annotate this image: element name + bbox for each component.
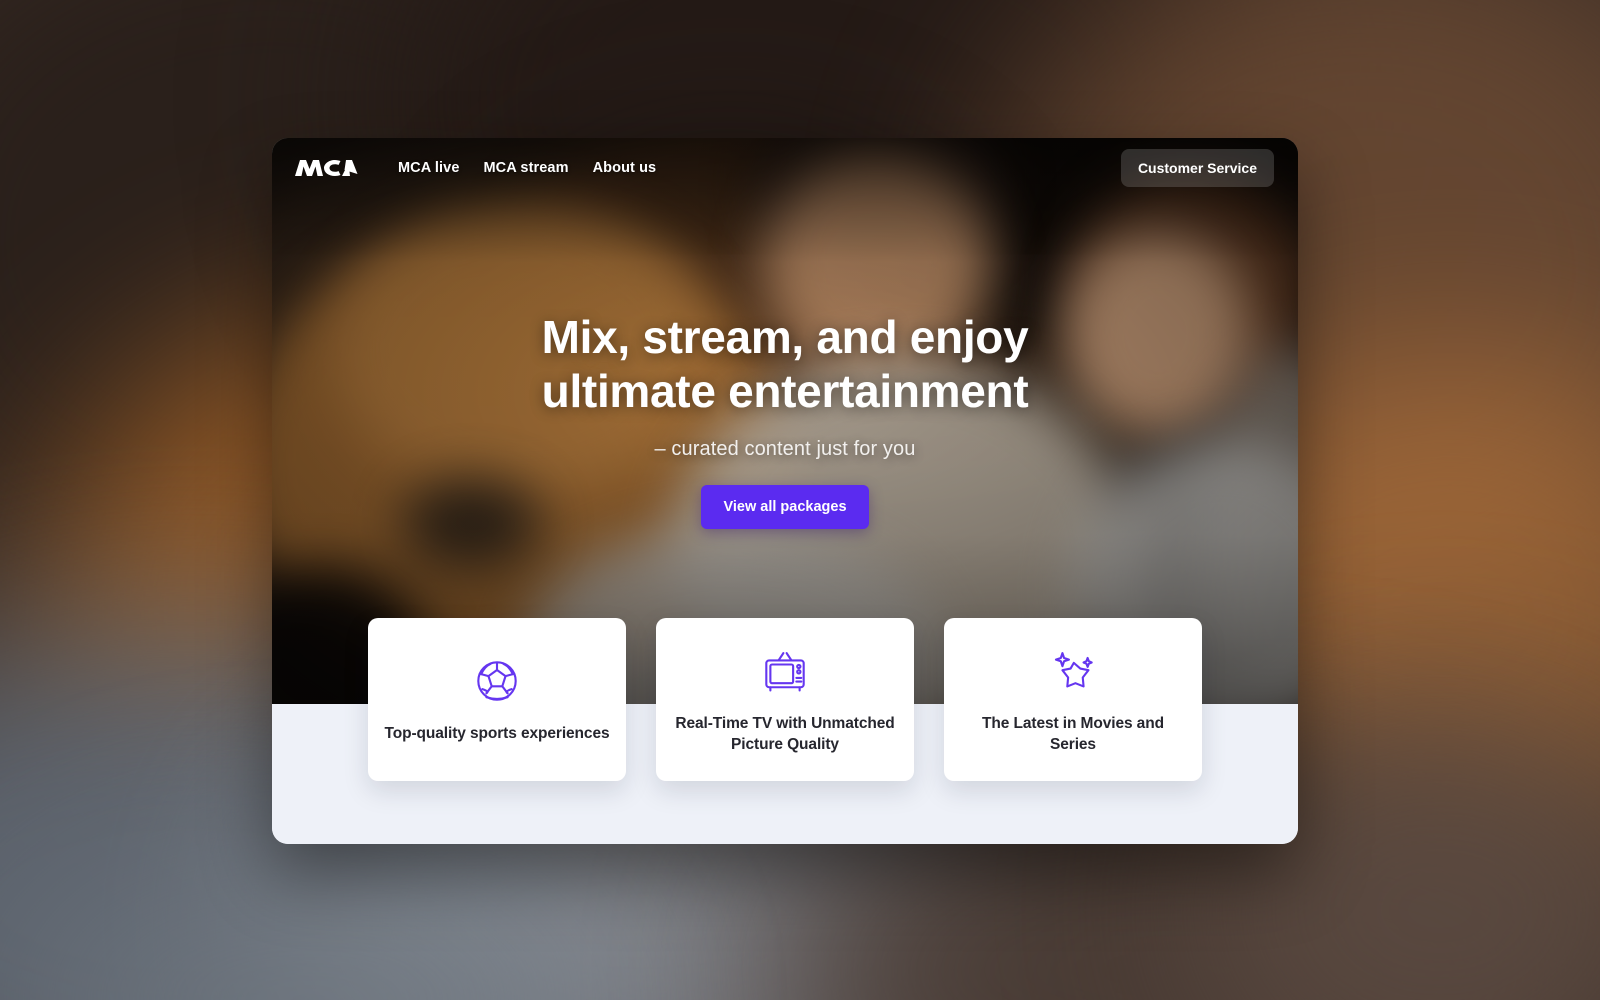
feature-card-sports[interactable]: Top-quality sports experiences [368,618,626,781]
retro-tv-icon [765,651,805,692]
hero-content: Mix, stream, and enjoy ultimate entertai… [272,310,1298,529]
hero-headline: Mix, stream, and enjoy ultimate entertai… [312,310,1258,418]
nav-link-mca-live[interactable]: MCA live [398,160,460,176]
soccer-ball-icon [477,661,517,701]
view-all-packages-button[interactable]: View all packages [701,485,869,529]
feature-card-title: Real-Time TV with Unmatched Picture Qual… [675,714,895,753]
top-navigation-bar: MCA live MCA stream About us Customer Se… [272,138,1298,198]
feature-card-movies[interactable]: The Latest in Movies and Series [944,618,1202,781]
nav-link-about-us[interactable]: About us [593,160,657,176]
customer-service-button[interactable]: Customer Service [1120,149,1274,187]
primary-nav-links: MCA live MCA stream About us [398,160,656,176]
feature-card-title: Top-quality sports experiences [384,725,610,742]
nav-link-mca-stream[interactable]: MCA stream [484,160,569,176]
sparkle-star-icon [1054,651,1093,687]
feature-card-list: Top-quality sports experiences Real-Time… [272,618,1298,781]
mca-logo[interactable] [294,155,358,181]
feature-card-tv[interactable]: Real-Time TV with Unmatched Picture Qual… [656,618,914,781]
hero-subheadline: – curated content just for you [654,438,916,460]
feature-card-title: The Latest in Movies and Series [982,714,1164,753]
hero-headline-line-1: Mix, stream, and enjoy [541,311,1029,363]
hero-headline-line-2: ultimate entertainment [541,365,1029,417]
browser-window: MCA live MCA stream About us Customer Se… [272,138,1298,844]
